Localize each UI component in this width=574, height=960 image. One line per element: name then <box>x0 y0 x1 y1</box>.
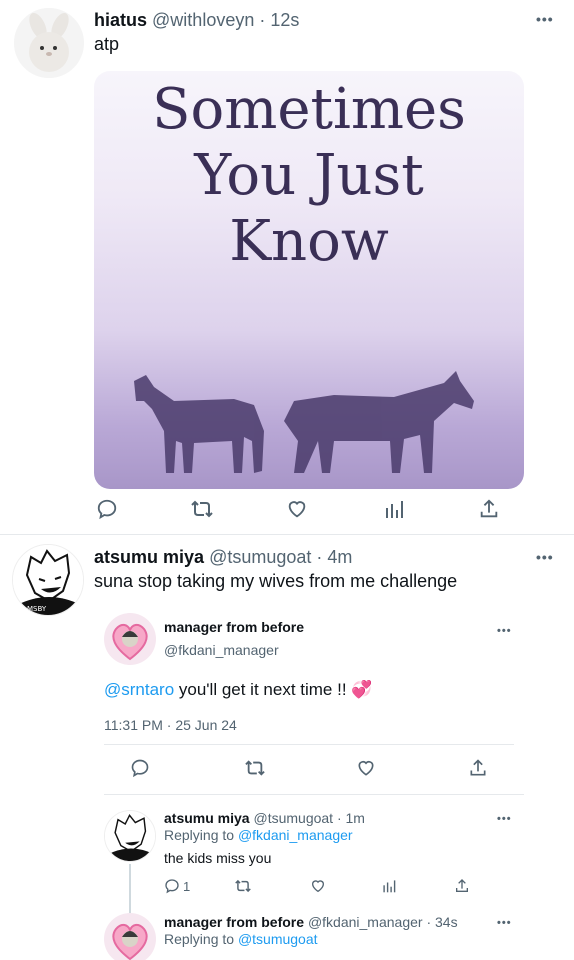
views-icon[interactable] <box>382 878 396 894</box>
reply-more-options-icon[interactable]: ••• <box>497 918 512 929</box>
tweet-image[interactable]: Sometimes You Just Know <box>94 71 524 489</box>
retweet-icon[interactable] <box>234 878 252 894</box>
heart-frame-avatar-icon <box>104 613 156 665</box>
tweet-text: suna stop taking my wives from me challe… <box>94 571 458 591</box>
reply-count: 1 <box>183 878 191 894</box>
tweet-header: hiatus @withloveyn · 12s <box>94 10 299 31</box>
share-icon[interactable] <box>478 498 500 520</box>
share-icon[interactable] <box>454 878 470 894</box>
two-hearts-emoji: 💞 <box>351 680 373 699</box>
heart-frame-avatar-icon <box>104 913 156 960</box>
quoted-tweet-text: @srntaro you'll get it next time !! 💞 <box>104 680 372 700</box>
quoted-divider <box>104 744 514 745</box>
quoted-more-options-icon[interactable]: ••• <box>497 626 512 637</box>
quoted-display-name[interactable]: manager from before <box>164 619 304 635</box>
replying-to-prefix: Replying to <box>164 931 238 947</box>
user-avatar[interactable] <box>14 8 84 78</box>
timestamp[interactable]: · 4m <box>316 547 352 567</box>
reply-user-avatar[interactable] <box>104 810 156 862</box>
share-icon[interactable] <box>468 758 488 778</box>
reply-header: atsumu miya @tsumugoat · 1m <box>164 810 365 826</box>
reply-actions: 1 <box>164 878 474 898</box>
timestamp[interactable]: · 12s <box>259 10 299 30</box>
tweet-actions <box>94 498 514 524</box>
tweet-header: atsumu miya @tsumugoat · 4m <box>94 547 352 568</box>
like-icon[interactable] <box>356 758 376 778</box>
reply-user-avatar[interactable] <box>104 913 156 960</box>
display-name[interactable]: hiatus <box>94 10 147 30</box>
quoted-user-avatar[interactable] <box>104 613 156 665</box>
user-avatar[interactable]: MSBY <box>12 544 84 616</box>
more-options-icon[interactable]: ••• <box>536 12 554 26</box>
manga-character-avatar-icon: MSBY <box>13 545 83 615</box>
image-caption-line-2: You Just <box>194 143 424 208</box>
quoted-text-body: you'll get it next time !! <box>174 680 352 699</box>
bunny-plush-avatar-icon <box>14 8 84 78</box>
reply-icon[interactable] <box>96 498 118 520</box>
quoted-actions <box>104 758 504 782</box>
views-icon[interactable] <box>384 498 404 520</box>
reply-username-time[interactable]: @tsumugoat · 1m <box>253 810 364 826</box>
display-name[interactable]: atsumu miya <box>94 547 204 567</box>
reply-more-options-icon[interactable]: ••• <box>497 814 512 825</box>
reply-icon[interactable] <box>130 758 150 778</box>
replying-to: Replying to @fkdani_manager <box>164 827 353 843</box>
like-icon[interactable] <box>310 878 326 894</box>
reply-icon[interactable]: 1 <box>164 878 190 894</box>
replying-to-link[interactable]: @fkdani_manager <box>238 827 353 843</box>
replying-to: Replying to @tsumugoat <box>164 931 318 947</box>
image-caption-line-3: Know <box>229 209 389 274</box>
tweet-divider <box>0 534 574 535</box>
like-icon[interactable] <box>286 498 308 520</box>
reply-username-time[interactable]: @fkdani_manager · 34s <box>308 914 458 930</box>
retweet-icon[interactable] <box>190 498 214 520</box>
replying-to-prefix: Replying to <box>164 827 238 843</box>
image-caption-line-1: Sometimes <box>152 77 466 142</box>
avatar-doodle-text: MSBY <box>27 605 47 613</box>
username[interactable]: @withloveyn <box>152 10 254 30</box>
mention-link[interactable]: @srntaro <box>104 680 174 699</box>
reply-display-name[interactable]: atsumu miya <box>164 810 250 826</box>
quoted-username[interactable]: @fkdani_manager <box>164 642 279 658</box>
reply-text: the kids miss you <box>164 850 272 866</box>
reply-header: manager from before @fkdani_manager · 34… <box>164 914 458 930</box>
quoted-timestamp[interactable]: 11:31 PM · 25 Jun 24 <box>104 717 237 733</box>
replying-to-link[interactable]: @tsumugoat <box>238 931 318 947</box>
more-options-icon[interactable]: ••• <box>536 550 554 564</box>
manga-character-avatar-icon <box>105 811 155 861</box>
reply-display-name[interactable]: manager from before <box>164 914 304 930</box>
thread-connector-line <box>129 864 131 914</box>
tweet-text: atp <box>94 34 120 54</box>
username[interactable]: @tsumugoat <box>209 547 311 567</box>
reply-divider <box>104 794 524 795</box>
horses-illustration <box>134 371 474 473</box>
retweet-icon[interactable] <box>244 758 266 778</box>
